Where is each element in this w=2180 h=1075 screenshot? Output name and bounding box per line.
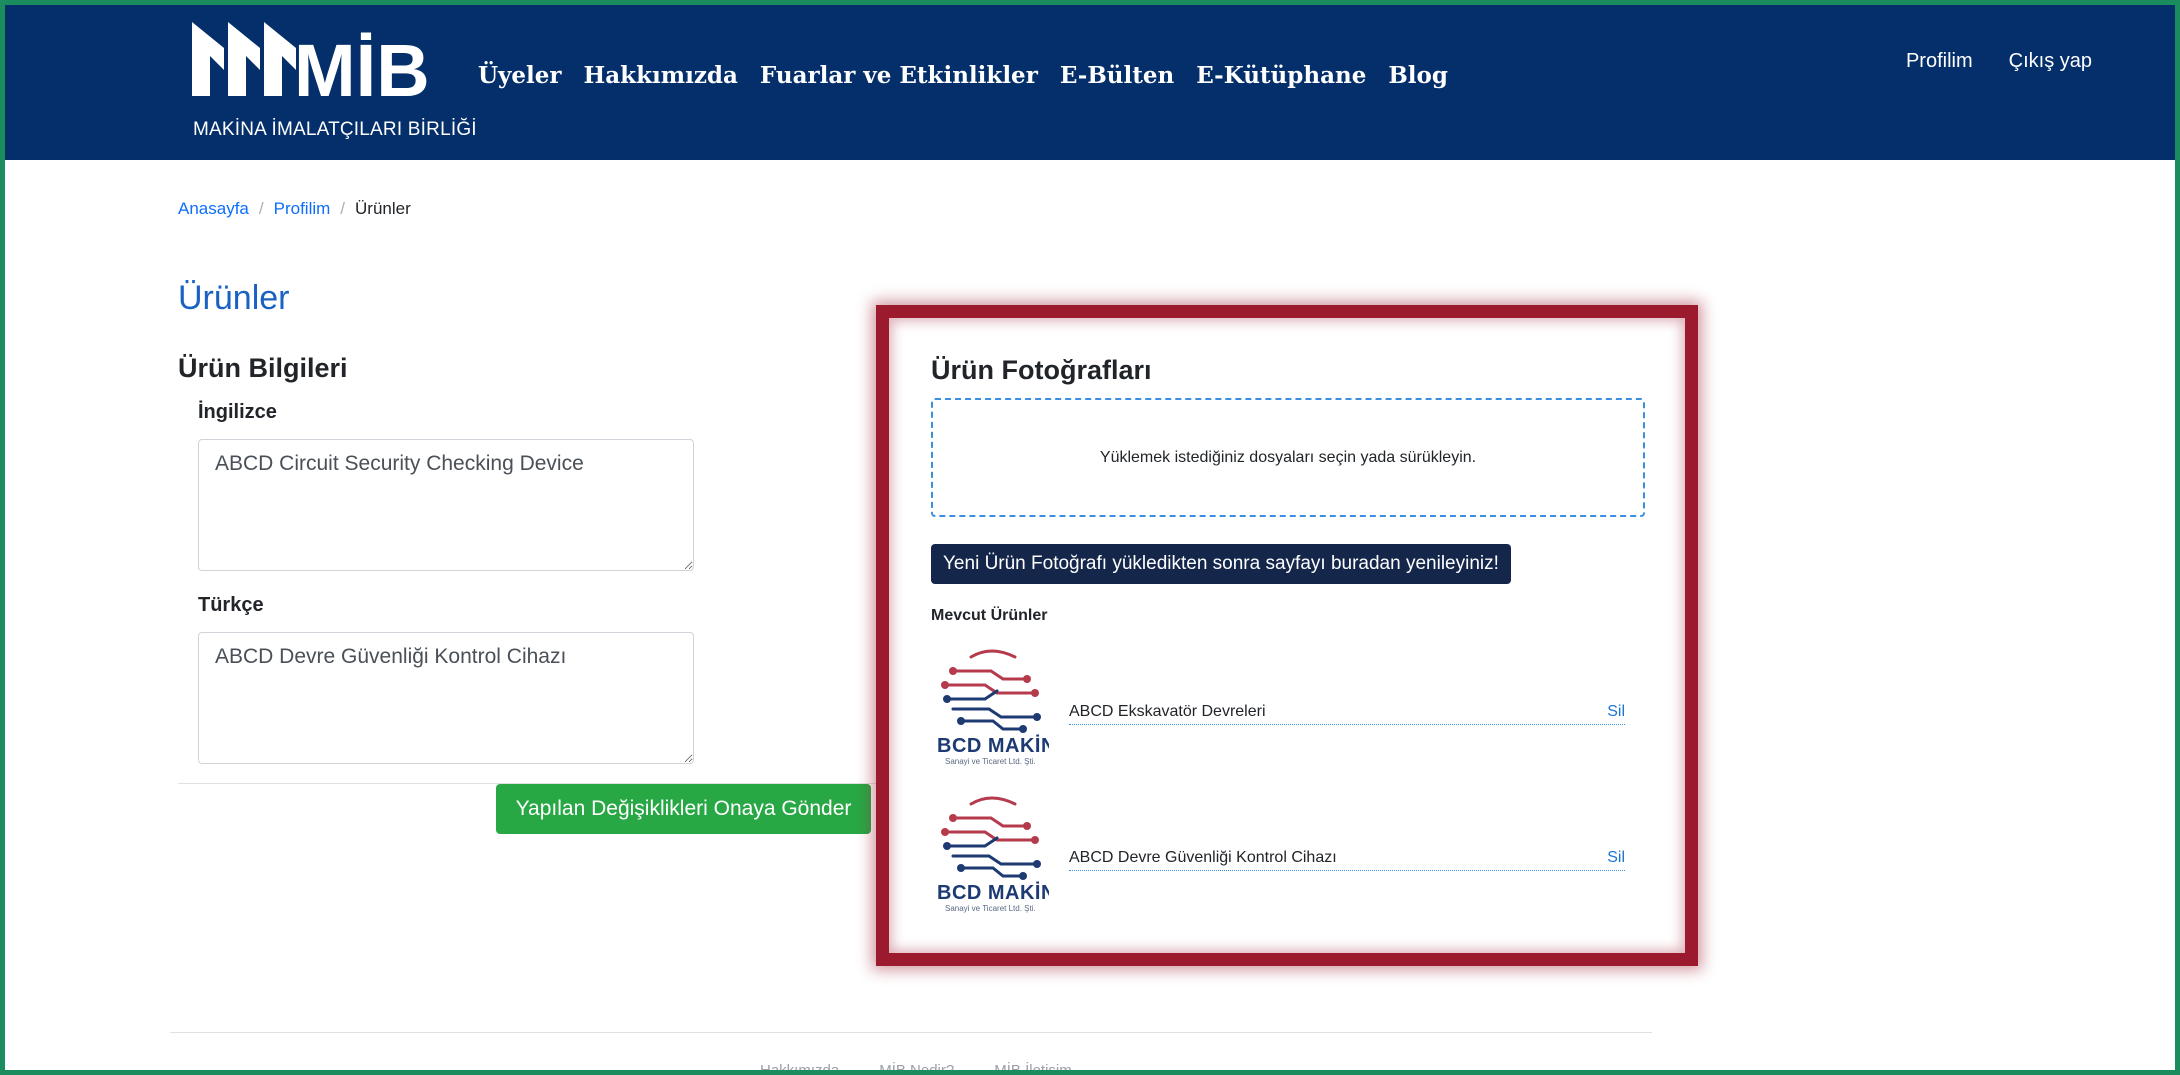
thumbnail-brand: BCD MAKİN xyxy=(937,882,1049,904)
product-name: ABCD Devre Güvenliği Kontrol Cihazı xyxy=(1069,849,1625,871)
submit-changes-button[interactable]: Yapılan Değişiklikleri Onaya Gönder xyxy=(496,784,871,834)
footer-link-what-is-mib[interactable]: MİB Nedir? xyxy=(879,1062,954,1075)
user-nav: Profilim Çıkış yap xyxy=(1870,50,2092,73)
product-info-title: Ürün Bilgileri xyxy=(178,353,348,383)
breadcrumb-profile[interactable]: Profilim xyxy=(274,199,331,219)
footer-link-about[interactable]: Hakkımızda xyxy=(760,1062,839,1075)
product-name: ABCD Ekskavatör Devreleri xyxy=(1069,703,1625,725)
thumbnail-subtitle: Sanayi ve Ticaret Ltd. Şti. xyxy=(945,904,1036,913)
page-title: Ürünler xyxy=(178,279,290,317)
breadcrumb-current: Ürünler xyxy=(355,199,411,218)
delete-product-link[interactable]: Sil xyxy=(1607,849,1625,867)
circuit-logo-icon xyxy=(941,649,1041,733)
main-nav: Üyeler Hakkımızda Fuarlar ve Etkinlikler… xyxy=(478,62,1470,89)
product-row: BCD MAKİN Sanayi ve Ticaret Ltd. Şti. AB… xyxy=(931,643,1625,773)
logo-caption: MAKİNA İMALATÇILARI BİRLİĞİ xyxy=(193,119,477,140)
product-thumbnail[interactable]: BCD MAKİN Sanayi ve Ticaret Ltd. Şti. xyxy=(931,643,1049,767)
thumbnail-subtitle: Sanayi ve Ticaret Ltd. Şti. xyxy=(945,757,1036,766)
breadcrumb-home[interactable]: Anasayfa xyxy=(178,199,249,219)
delete-product-link[interactable]: Sil xyxy=(1607,703,1625,721)
refresh-page-button[interactable]: Yeni Ürün Fotoğrafı yükledikten sonra sa… xyxy=(931,544,1511,584)
breadcrumb: Anasayfa / Profilim / Ürünler xyxy=(178,199,411,219)
existing-products-heading: Mevcut Ürünler xyxy=(931,607,1048,624)
product-thumbnail[interactable]: BCD MAKİN Sanayi ve Ticaret Ltd. Şti. xyxy=(931,790,1049,914)
footer-links: Hakkımızda MİB Nedir? MİB İletişim xyxy=(760,1062,1072,1075)
dropzone-text: Yüklemek istediğiniz dosyaları seçin yad… xyxy=(1099,448,1477,466)
svg-text:MİB: MİB xyxy=(294,29,430,112)
nav-fuarlar[interactable]: Fuarlar ve Etkinlikler xyxy=(760,62,1038,89)
footer-divider xyxy=(170,1032,1652,1033)
footer-link-contact[interactable]: MİB İletişim xyxy=(994,1062,1072,1075)
breadcrumb-separator: / xyxy=(258,199,264,218)
profile-link[interactable]: Profilim xyxy=(1906,50,1973,73)
nav-uyeler[interactable]: Üyeler xyxy=(478,62,562,89)
english-name-field[interactable]: ABCD Circuit Security Checking Device xyxy=(198,439,694,571)
logout-link[interactable]: Çıkış yap xyxy=(2009,50,2092,73)
nav-blog[interactable]: Blog xyxy=(1388,62,1448,89)
site-header: MİB MAKİNA İMALATÇILARI BİRLİĞİ Üyeler H… xyxy=(0,0,2180,160)
product-row: BCD MAKİN Sanayi ve Ticaret Ltd. Şti. AB… xyxy=(931,790,1625,920)
circuit-logo-icon xyxy=(941,796,1041,880)
turkish-name-field[interactable]: ABCD Devre Güvenliği Kontrol Cihazı xyxy=(198,632,694,764)
english-label: İngilizce xyxy=(198,401,277,423)
turkish-label: Türkçe xyxy=(198,594,264,616)
product-photos-title: Ürün Fotoğrafları xyxy=(931,355,1152,385)
photo-dropzone[interactable]: Yüklemek istediğiniz dosyaları seçin yad… xyxy=(931,398,1645,517)
breadcrumb-separator: / xyxy=(340,199,346,218)
nav-hakkimizda[interactable]: Hakkımızda xyxy=(584,62,738,89)
thumbnail-brand: BCD MAKİN xyxy=(937,735,1049,757)
nav-e-bulten[interactable]: E-Bülten xyxy=(1060,62,1174,89)
nav-e-kutuphane[interactable]: E-Kütüphane xyxy=(1196,62,1366,89)
